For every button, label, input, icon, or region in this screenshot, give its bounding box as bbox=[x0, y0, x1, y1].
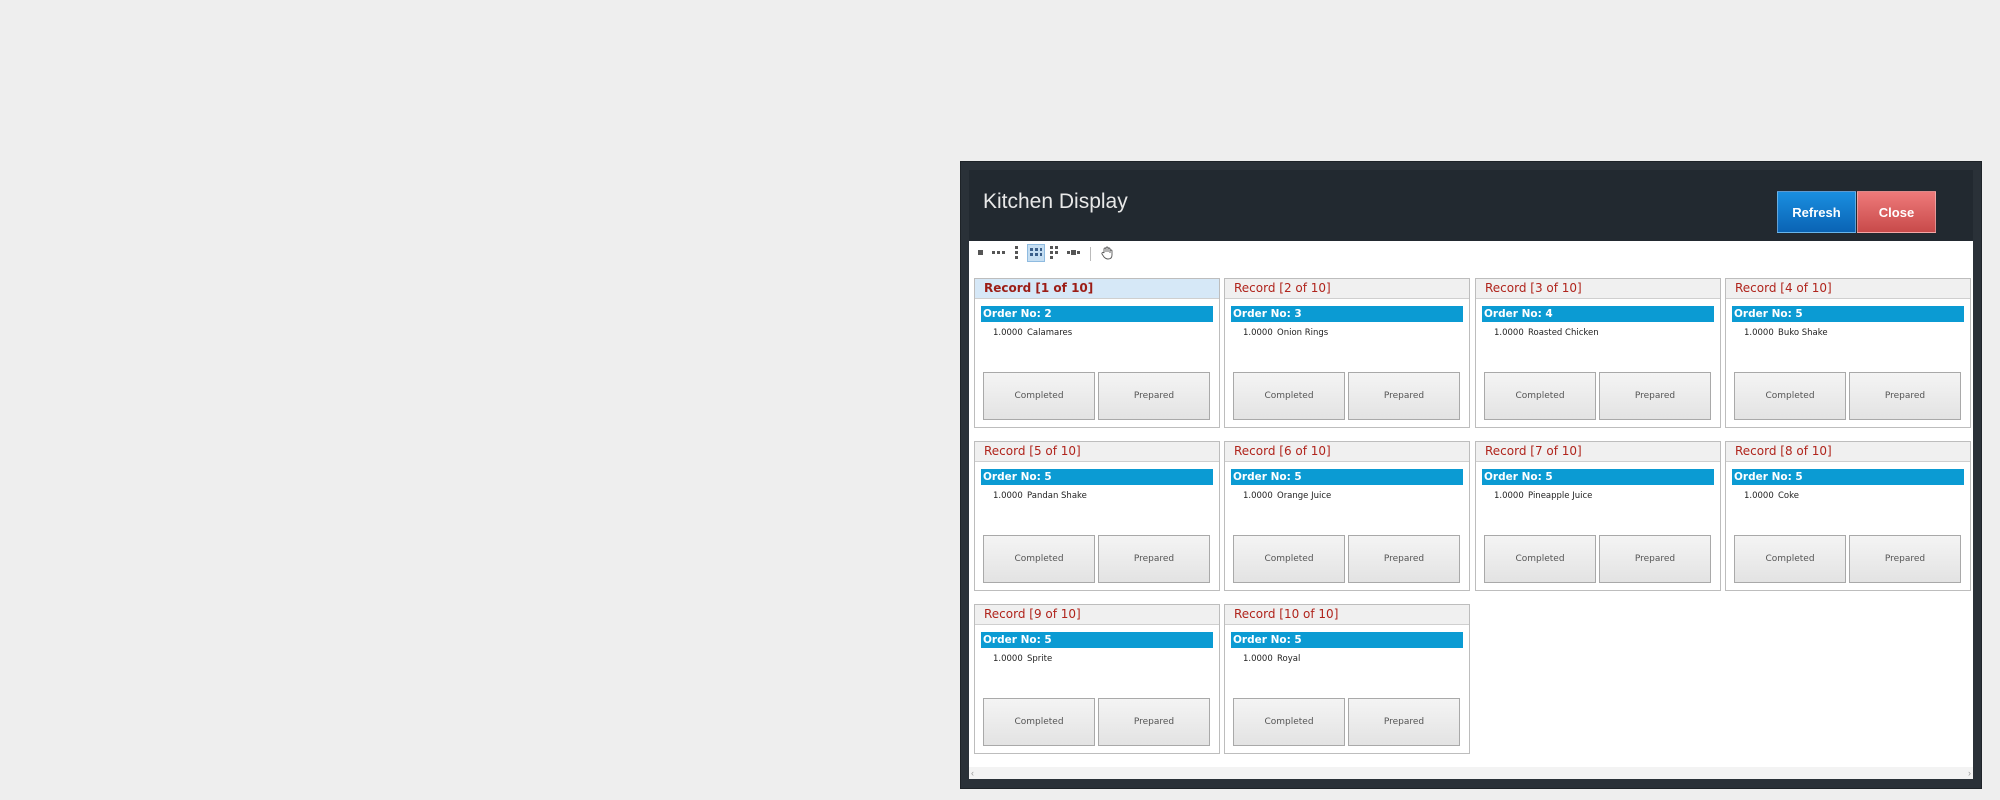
order-item-row: 1.0000 Calamares bbox=[975, 326, 1219, 340]
order-number-bar: Order No: 4 bbox=[1482, 306, 1714, 322]
prepared-button[interactable]: Prepared bbox=[1599, 535, 1711, 583]
item-quantity: 1.0000 bbox=[1494, 491, 1524, 501]
order-number-bar: Order No: 5 bbox=[1732, 306, 1964, 322]
order-item-row: 1.0000 Pineapple Juice bbox=[1476, 489, 1720, 503]
order-number-bar: Order No: 3 bbox=[1231, 306, 1463, 322]
grid-view-icon[interactable] bbox=[1027, 244, 1045, 262]
record-card[interactable]: Record [10 of 10] Order No: 5 1.0000 Royal C… bbox=[1224, 604, 1470, 754]
prepared-button[interactable]: Prepared bbox=[1599, 372, 1711, 420]
completed-button[interactable]: Completed bbox=[1484, 535, 1596, 583]
hand-pan-icon[interactable] bbox=[1098, 244, 1116, 262]
record-header: Record [7 of 10] bbox=[1476, 442, 1720, 462]
record-header: Record [8 of 10] bbox=[1726, 442, 1970, 462]
item-quantity: 1.0000 bbox=[1744, 491, 1774, 501]
item-name: Onion Rings bbox=[1277, 328, 1329, 338]
record-card[interactable]: Record [3 of 10] Order No: 4 1.0000 Roasted… bbox=[1475, 278, 1721, 428]
record-card[interactable]: Record [9 of 10] Order No: 5 1.0000 Sprite C… bbox=[974, 604, 1220, 754]
record-card[interactable]: Record [8 of 10] Order No: 5 1.0000 Coke Com… bbox=[1725, 441, 1971, 591]
order-item-row: 1.0000 Onion Rings bbox=[1225, 326, 1469, 340]
record-header: Record [5 of 10] bbox=[975, 442, 1219, 462]
single-view-icon[interactable] bbox=[972, 244, 990, 262]
item-quantity: 1.0000 bbox=[1243, 328, 1273, 338]
order-item-row: 1.0000 Pandan Shake bbox=[975, 489, 1219, 503]
order-item-row: 1.0000 Coke bbox=[1726, 489, 1970, 503]
completed-button[interactable]: Completed bbox=[983, 535, 1095, 583]
completed-button[interactable]: Completed bbox=[1233, 698, 1345, 746]
window-title: Kitchen Display bbox=[983, 190, 1128, 213]
record-header: Record [2 of 10] bbox=[1225, 279, 1469, 299]
prepared-button[interactable]: Prepared bbox=[1849, 372, 1961, 420]
order-number-bar: Order No: 5 bbox=[981, 469, 1213, 485]
item-quantity: 1.0000 bbox=[1744, 328, 1774, 338]
layout-toolbar bbox=[969, 241, 1973, 265]
item-name: Sprite bbox=[1027, 654, 1053, 664]
item-quantity: 1.0000 bbox=[1243, 654, 1273, 664]
horizontal-scrollbar[interactable]: ‹ › bbox=[969, 767, 1973, 779]
record-header: Record [10 of 10] bbox=[1225, 605, 1469, 625]
item-name: Pandan Shake bbox=[1027, 491, 1087, 501]
completed-button[interactable]: Completed bbox=[983, 372, 1095, 420]
item-name: Coke bbox=[1778, 491, 1799, 501]
refresh-button[interactable]: Refresh bbox=[1777, 191, 1856, 233]
prepared-button[interactable]: Prepared bbox=[1098, 698, 1210, 746]
item-name: Pineapple Juice bbox=[1528, 491, 1593, 501]
order-item-row: 1.0000 Roasted Chicken bbox=[1476, 326, 1720, 340]
item-name: Roasted Chicken bbox=[1528, 328, 1599, 338]
record-header: Record [4 of 10] bbox=[1726, 279, 1970, 299]
completed-button[interactable]: Completed bbox=[1233, 535, 1345, 583]
record-card[interactable]: Record [4 of 10] Order No: 5 1.0000 Buko Sh… bbox=[1725, 278, 1971, 428]
toolbar-separator bbox=[1090, 247, 1091, 261]
completed-button[interactable]: Completed bbox=[983, 698, 1095, 746]
card-view: Record [1 of 10] Order No: 2 1.0000 Calamar… bbox=[969, 241, 1973, 779]
item-quantity: 1.0000 bbox=[1494, 328, 1524, 338]
item-quantity: 1.0000 bbox=[1243, 491, 1273, 501]
order-item-row: 1.0000 Sprite bbox=[975, 652, 1219, 666]
scroll-right-icon[interactable]: › bbox=[1968, 768, 1971, 778]
horizontal-view-icon[interactable] bbox=[990, 244, 1008, 262]
record-card[interactable]: Record [6 of 10] Order No: 5 1.0000 Orange … bbox=[1224, 441, 1470, 591]
completed-button[interactable]: Completed bbox=[1233, 372, 1345, 420]
kitchen-display-window: Kitchen Display Refresh Close Record [1 … bbox=[960, 161, 1982, 789]
prepared-button[interactable]: Prepared bbox=[1348, 698, 1460, 746]
order-item-row: 1.0000 Buko Shake bbox=[1726, 326, 1970, 340]
scroll-left-icon[interactable]: ‹ bbox=[971, 768, 974, 778]
completed-button[interactable]: Completed bbox=[1484, 372, 1596, 420]
multi-column-icon[interactable] bbox=[1046, 244, 1064, 262]
record-header: Record [3 of 10] bbox=[1476, 279, 1720, 299]
completed-button[interactable]: Completed bbox=[1734, 372, 1846, 420]
close-button[interactable]: Close bbox=[1857, 191, 1936, 233]
item-name: Orange Juice bbox=[1277, 491, 1332, 501]
order-number-bar: Order No: 2 bbox=[981, 306, 1213, 322]
record-card[interactable]: Record [1 of 10] Order No: 2 1.0000 Calamar… bbox=[974, 278, 1220, 428]
order-number-bar: Order No: 5 bbox=[1482, 469, 1714, 485]
order-number-bar: Order No: 5 bbox=[1231, 469, 1463, 485]
prepared-button[interactable]: Prepared bbox=[1348, 372, 1460, 420]
prepared-button[interactable]: Prepared bbox=[1098, 535, 1210, 583]
order-item-row: 1.0000 Orange Juice bbox=[1225, 489, 1469, 503]
record-header: Record [6 of 10] bbox=[1225, 442, 1469, 462]
order-number-bar: Order No: 5 bbox=[1732, 469, 1964, 485]
record-card[interactable]: Record [2 of 10] Order No: 3 1.0000 Onion R… bbox=[1224, 278, 1470, 428]
prepared-button[interactable]: Prepared bbox=[1849, 535, 1961, 583]
prepared-button[interactable]: Prepared bbox=[1348, 535, 1460, 583]
order-number-bar: Order No: 5 bbox=[981, 632, 1213, 648]
item-name: Calamares bbox=[1027, 328, 1073, 338]
record-card[interactable]: Record [5 of 10] Order No: 5 1.0000 Pandan … bbox=[974, 441, 1220, 591]
item-quantity: 1.0000 bbox=[993, 328, 1023, 338]
order-number-bar: Order No: 5 bbox=[1231, 632, 1463, 648]
item-quantity: 1.0000 bbox=[993, 654, 1023, 664]
item-name: Royal bbox=[1277, 654, 1301, 664]
record-card[interactable]: Record [7 of 10] Order No: 5 1.0000 Pineapp… bbox=[1475, 441, 1721, 591]
record-header: Record [9 of 10] bbox=[975, 605, 1219, 625]
item-quantity: 1.0000 bbox=[993, 491, 1023, 501]
carousel-view-icon[interactable] bbox=[1065, 244, 1083, 262]
vertical-view-icon[interactable] bbox=[1008, 244, 1026, 262]
completed-button[interactable]: Completed bbox=[1734, 535, 1846, 583]
order-item-row: 1.0000 Royal bbox=[1225, 652, 1469, 666]
item-name: Buko Shake bbox=[1778, 328, 1828, 338]
prepared-button[interactable]: Prepared bbox=[1098, 372, 1210, 420]
title-bar: Kitchen Display Refresh Close bbox=[969, 170, 1973, 241]
record-header: Record [1 of 10] bbox=[975, 279, 1219, 299]
